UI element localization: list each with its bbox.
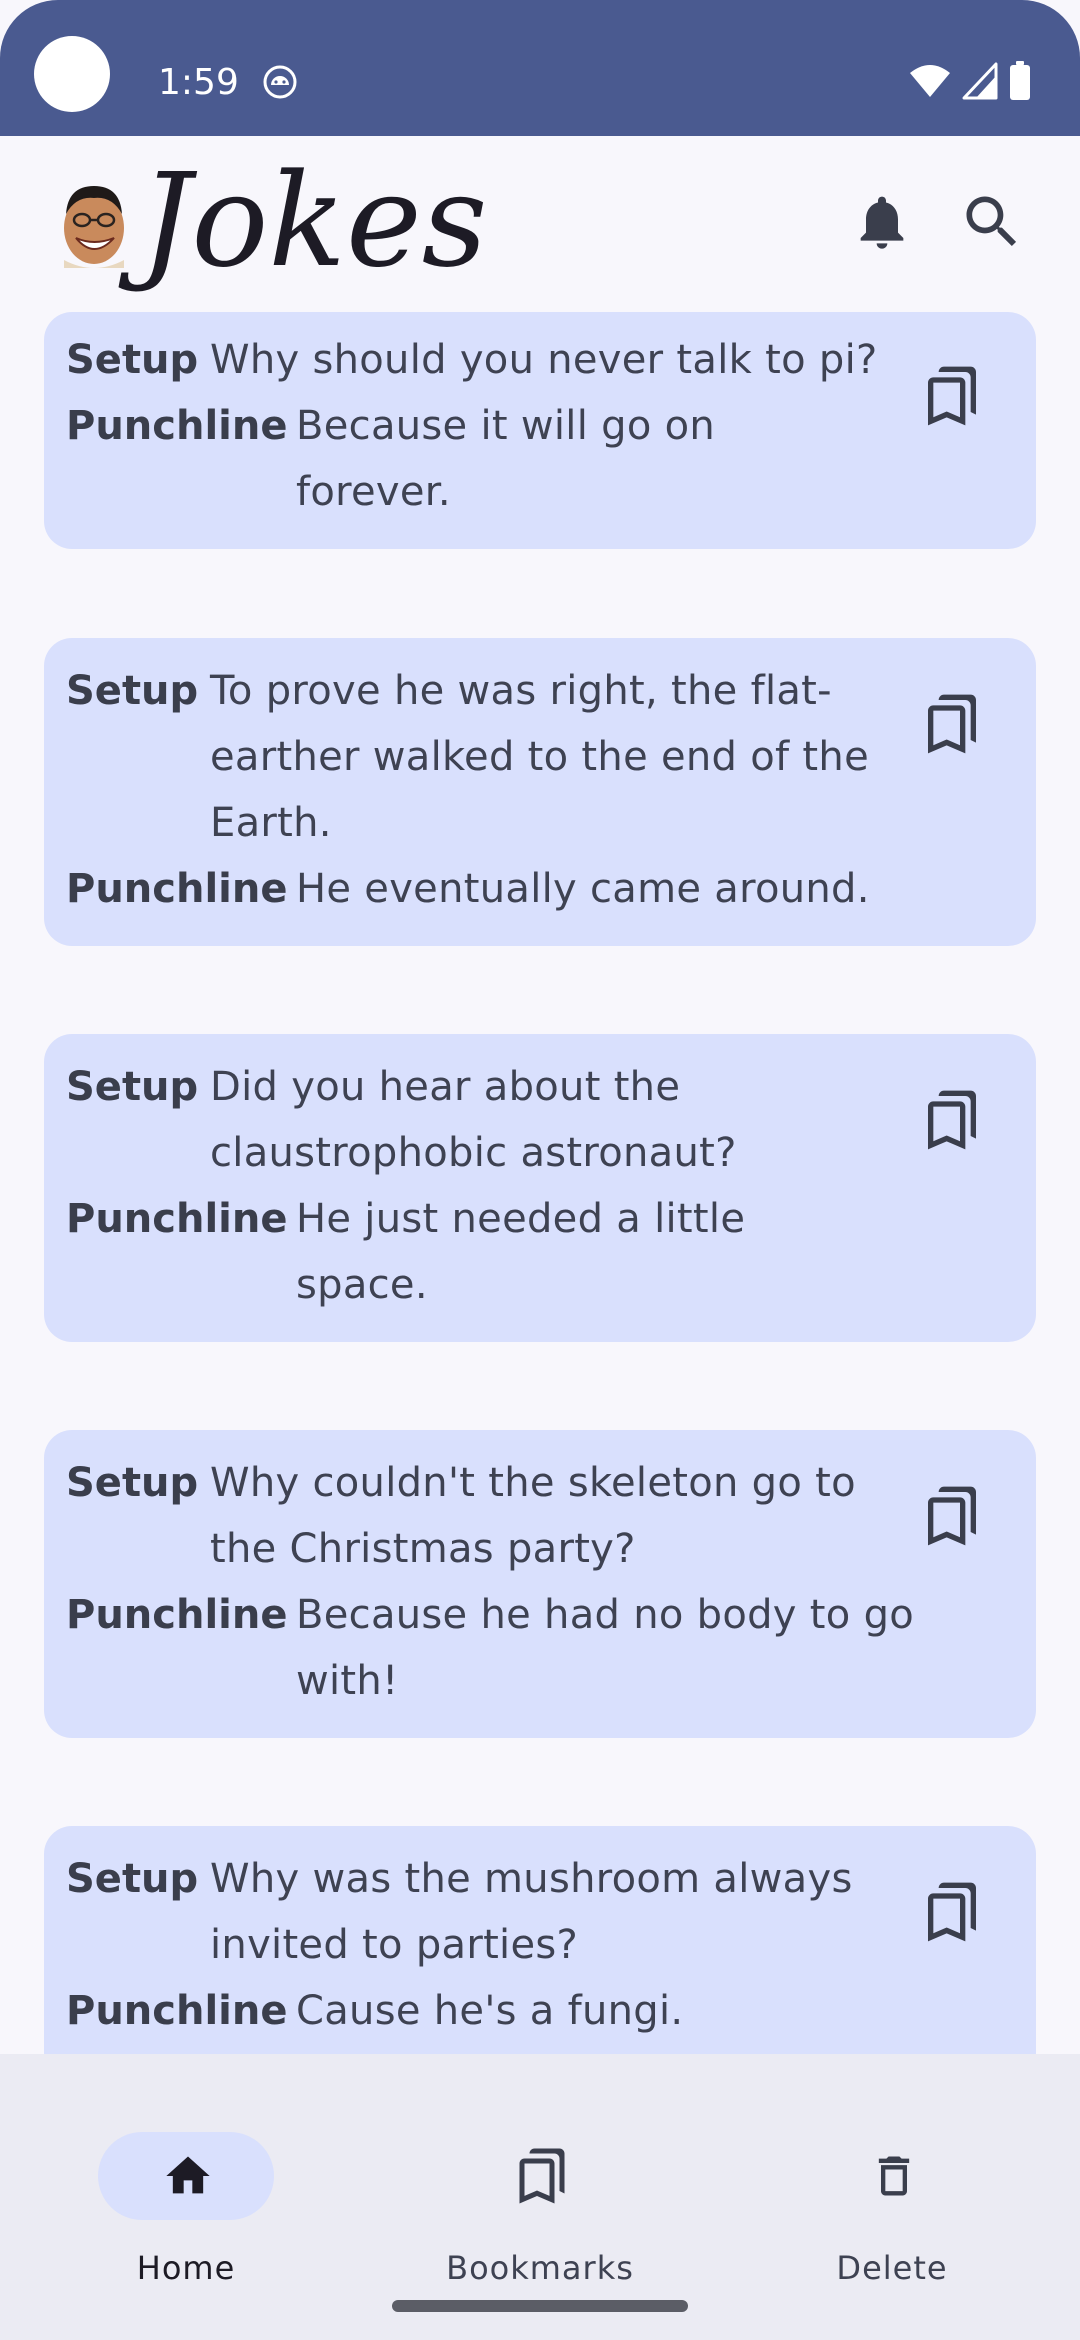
punchline-label: Punchline <box>66 1592 288 1638</box>
gesture-navigation-bar[interactable] <box>392 2300 688 2312</box>
setup-text: Why was the mushroom always invited to p… <box>210 1856 853 1968</box>
setup-text: To prove he was right, the flat-earther … <box>210 668 869 846</box>
setup-row: Setup To prove he was right, the flat-ea… <box>66 658 966 856</box>
battery-icon <box>1010 61 1030 100</box>
punchline-row: Punchline Because it will go on forever. <box>66 393 966 525</box>
setup-text: Why couldn't the skeleton go to the Chri… <box>210 1460 856 1572</box>
nav-home[interactable]: Home <box>66 2094 306 2287</box>
top-app-bar: Jokes <box>0 136 1080 312</box>
setup-label: Setup <box>66 1064 199 1110</box>
setup-label: Setup <box>66 337 199 383</box>
punchline-label: Punchline <box>66 403 288 449</box>
nav-delete-label: Delete <box>836 2249 948 2287</box>
app-title: Jokes <box>140 147 488 296</box>
bookmark-outline-icon[interactable] <box>920 1086 984 1154</box>
joke-card[interactable]: Setup Why should you never talk to pi? P… <box>44 312 1036 549</box>
jokes-list[interactable]: Setup Why should you never talk to pi? P… <box>0 312 1080 2054</box>
cellular-signal-icon <box>962 62 998 100</box>
punchline-row: Punchline He eventually came around. <box>66 856 966 922</box>
nav-bookmarks[interactable]: Bookmarks <box>420 2094 660 2287</box>
punchline-text: He eventually came around. <box>296 866 870 912</box>
camera-cutout <box>34 36 110 112</box>
setup-row: Setup Why couldn't the skeleton go to th… <box>66 1450 966 1582</box>
setup-row: Setup Why was the mushroom always invite… <box>66 1846 966 1978</box>
joke-card[interactable]: Setup Why couldn't the skeleton go to th… <box>44 1430 1036 1738</box>
status-bar: 1:59 <box>0 0 1080 136</box>
trash-icon <box>878 2156 910 2196</box>
bookmarks-icon <box>519 2148 565 2204</box>
wifi-icon <box>910 65 950 97</box>
home-icon <box>166 2156 210 2194</box>
status-time: 1:59 <box>158 62 239 103</box>
bookmark-outline-icon[interactable] <box>920 690 984 758</box>
nav-delete[interactable]: Delete <box>772 2094 1012 2287</box>
bottom-navigation: Home Bookmarks Delete <box>0 2054 1080 2340</box>
search-icon[interactable] <box>958 188 1026 256</box>
bell-icon[interactable] <box>850 190 914 254</box>
punchline-row: Punchline Cause he's a fungi. <box>66 1978 966 2044</box>
nav-home-label: Home <box>136 2249 236 2287</box>
punchline-text: Cause he's a fungi. <box>296 1988 684 2034</box>
punchline-row: Punchline He just needed a little space. <box>66 1186 966 1318</box>
bookmark-outline-icon[interactable] <box>920 1878 984 1946</box>
nav-bookmarks-label: Bookmarks <box>446 2249 634 2287</box>
setup-label: Setup <box>66 668 199 714</box>
punchline-text: Because it will go on forever. <box>296 403 716 515</box>
punchline-text: Because he had no body to go with! <box>296 1592 915 1704</box>
android-icon <box>263 65 297 99</box>
punchline-text: He just needed a little space. <box>296 1196 746 1308</box>
joke-card[interactable]: Setup Did you hear about the claustropho… <box>44 1034 1036 1342</box>
bookmark-outline-icon[interactable] <box>920 1482 984 1550</box>
punchline-label: Punchline <box>66 866 288 912</box>
setup-row: Setup Did you hear about the claustropho… <box>66 1054 966 1186</box>
punchline-label: Punchline <box>66 1196 288 1242</box>
setup-text: Did you hear about the claustrophobic as… <box>210 1064 737 1176</box>
joke-card[interactable]: Setup To prove he was right, the flat-ea… <box>44 638 1036 946</box>
setup-text: Why should you never talk to pi? <box>210 337 878 383</box>
punchline-label: Punchline <box>66 1988 288 2034</box>
punchline-row: Punchline Because he had no body to go w… <box>66 1582 966 1714</box>
joke-card[interactable]: Setup Why was the mushroom always invite… <box>44 1826 1036 2054</box>
setup-row: Setup Why should you never talk to pi? <box>66 327 966 393</box>
setup-label: Setup <box>66 1460 199 1506</box>
bookmark-outline-icon[interactable] <box>920 362 984 430</box>
laughing-man-avatar <box>64 186 124 268</box>
setup-label: Setup <box>66 1856 199 1902</box>
status-icons <box>908 60 1032 102</box>
